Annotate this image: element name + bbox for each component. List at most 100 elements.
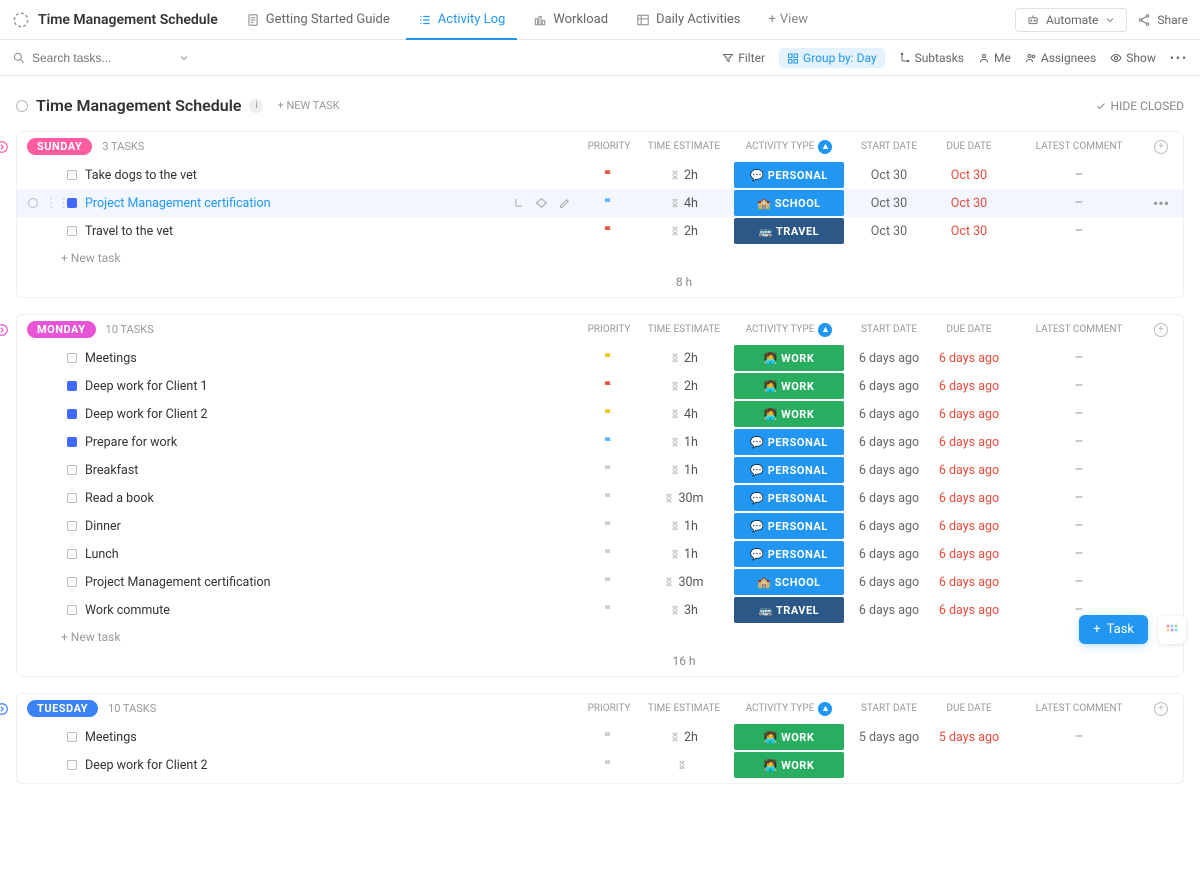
task-name[interactable]: Take dogs to the vet xyxy=(85,168,579,183)
priority-cell[interactable] xyxy=(579,519,639,533)
time-estimate-cell[interactable]: 2h xyxy=(639,168,729,183)
col-time-estimate[interactable]: TIME ESTIMATE xyxy=(639,703,729,714)
due-date-cell[interactable]: 6 days ago xyxy=(929,407,1009,422)
due-date-cell[interactable]: 6 days ago xyxy=(929,435,1009,450)
activity-type-cell[interactable]: 💬 PERSONAL xyxy=(729,457,849,483)
info-icon[interactable]: i xyxy=(249,99,263,113)
priority-cell[interactable] xyxy=(579,196,639,210)
task-status-dot[interactable] xyxy=(67,437,77,447)
tab-workload[interactable]: Workload xyxy=(521,0,620,40)
due-date-cell[interactable]: 6 days ago xyxy=(929,491,1009,506)
new-task-header-button[interactable]: + NEW TASK xyxy=(277,99,339,112)
priority-cell[interactable] xyxy=(579,603,639,617)
task-status-dot[interactable] xyxy=(67,493,77,503)
task-status-dot[interactable] xyxy=(67,549,77,559)
col-start-date[interactable]: START DATE xyxy=(849,703,929,714)
subtasks-button[interactable]: Subtasks xyxy=(899,51,964,65)
priority-cell[interactable] xyxy=(579,224,639,238)
task-status-dot[interactable] xyxy=(67,170,77,180)
time-estimate-cell[interactable]: 1h xyxy=(639,435,729,450)
group-collapse-toggle[interactable] xyxy=(0,139,10,155)
due-date-cell[interactable]: 6 days ago xyxy=(929,463,1009,478)
task-row[interactable]: Take dogs to the vet 2h 💬 PERSONAL Oct 3… xyxy=(17,161,1183,189)
assignees-button[interactable]: Assignees xyxy=(1025,51,1096,65)
col-due-date[interactable]: DUE DATE xyxy=(929,324,1009,335)
group-label[interactable]: TUESDAY xyxy=(27,700,98,717)
task-name[interactable]: Project Management certification xyxy=(85,196,512,211)
task-row[interactable]: ⋮⋮ Project Management certification 4h 🏫… xyxy=(17,189,1183,217)
start-date-cell[interactable]: Oct 30 xyxy=(849,224,929,239)
task-name[interactable]: Deep work for Client 1 xyxy=(85,379,579,394)
task-row[interactable]: Breakfast 1h 💬 PERSONAL 6 days ago 6 day… xyxy=(17,456,1183,484)
task-name[interactable]: Work commute xyxy=(85,603,579,618)
task-status-dot[interactable] xyxy=(67,353,77,363)
task-row[interactable]: Deep work for Client 2 👩‍💻 WORK xyxy=(17,751,1183,779)
latest-comment-cell[interactable]: – xyxy=(1009,574,1149,590)
new-task-fab[interactable]: + Task xyxy=(1079,615,1148,644)
col-latest-comment[interactable]: LATEST COMMENT xyxy=(1009,703,1149,714)
priority-cell[interactable] xyxy=(579,435,639,449)
activity-type-cell[interactable]: 💬 PERSONAL xyxy=(729,513,849,539)
task-name[interactable]: Travel to the vet xyxy=(85,224,579,239)
row-checkbox[interactable] xyxy=(27,197,45,209)
col-time-estimate[interactable]: TIME ESTIMATE xyxy=(639,141,729,152)
task-row[interactable]: Meetings 2h 👩‍💻 WORK 6 days ago 6 days a… xyxy=(17,344,1183,372)
latest-comment-cell[interactable]: – xyxy=(1009,434,1149,450)
activity-type-cell[interactable]: 💬 PERSONAL xyxy=(729,541,849,567)
activity-type-cell[interactable]: 🚌 TRAVEL xyxy=(729,597,849,623)
due-date-cell[interactable]: 6 days ago xyxy=(929,379,1009,394)
task-status-dot[interactable] xyxy=(67,521,77,531)
task-row[interactable]: Dinner 1h 💬 PERSONAL 6 days ago 6 days a… xyxy=(17,512,1183,540)
group-label[interactable]: MONDAY xyxy=(27,321,96,338)
search-input[interactable] xyxy=(32,51,172,65)
priority-cell[interactable] xyxy=(579,575,639,589)
activity-type-cell[interactable]: 💬 PERSONAL xyxy=(729,429,849,455)
task-name[interactable]: Lunch xyxy=(85,547,579,562)
tab-daily-activities[interactable]: Daily Activities xyxy=(624,0,752,40)
col-start-date[interactable]: START DATE xyxy=(849,324,929,335)
latest-comment-cell[interactable]: – xyxy=(1009,350,1149,366)
latest-comment-cell[interactable]: – xyxy=(1009,223,1149,239)
task-status-dot[interactable] xyxy=(67,409,77,419)
activity-type-cell[interactable]: 👩‍💻 WORK xyxy=(729,752,849,778)
activity-type-cell[interactable]: 👩‍💻 WORK xyxy=(729,373,849,399)
col-priority[interactable]: PRIORITY xyxy=(579,324,639,335)
task-row[interactable]: Work commute 3h 🚌 TRAVEL 6 days ago 6 da… xyxy=(17,596,1183,624)
time-estimate-cell[interactable]: 4h xyxy=(639,407,729,422)
tab-getting-started[interactable]: Getting Started Guide xyxy=(234,0,402,40)
latest-comment-cell[interactable]: – xyxy=(1009,729,1149,745)
task-status-dot[interactable] xyxy=(67,226,77,236)
priority-cell[interactable] xyxy=(579,730,639,744)
start-date-cell[interactable]: 6 days ago xyxy=(849,547,929,562)
col-due-date[interactable]: DUE DATE xyxy=(929,703,1009,714)
priority-cell[interactable] xyxy=(579,463,639,477)
task-row[interactable]: Deep work for Client 2 4h 👩‍💻 WORK 6 day… xyxy=(17,400,1183,428)
time-estimate-cell[interactable]: 4h xyxy=(639,196,729,211)
priority-cell[interactable] xyxy=(579,168,639,182)
time-estimate-cell[interactable]: 2h xyxy=(639,224,729,239)
priority-cell[interactable] xyxy=(579,407,639,421)
task-row[interactable]: Project Management certification 30m 🏫 S… xyxy=(17,568,1183,596)
tag-icon[interactable] xyxy=(535,197,548,210)
due-date-cell[interactable]: Oct 30 xyxy=(929,224,1009,239)
add-view-button[interactable]: + View xyxy=(757,12,821,27)
task-status-dot[interactable] xyxy=(67,760,77,770)
col-latest-comment[interactable]: LATEST COMMENT xyxy=(1009,141,1149,152)
task-status-dot[interactable] xyxy=(67,605,77,615)
activity-type-cell[interactable]: 👩‍💻 WORK xyxy=(729,345,849,371)
task-row[interactable]: Deep work for Client 1 2h 👩‍💻 WORK 6 day… xyxy=(17,372,1183,400)
activity-type-cell[interactable]: 🚌 TRAVEL xyxy=(729,218,849,244)
due-date-cell[interactable]: Oct 30 xyxy=(929,196,1009,211)
start-date-cell[interactable]: 6 days ago xyxy=(849,603,929,618)
activity-type-cell[interactable]: 👩‍💻 WORK xyxy=(729,401,849,427)
time-estimate-cell[interactable]: 1h xyxy=(639,463,729,478)
latest-comment-cell[interactable]: – xyxy=(1009,462,1149,478)
row-more-button[interactable]: ••• xyxy=(1149,194,1173,213)
due-date-cell[interactable]: 5 days ago xyxy=(929,730,1009,745)
drag-handle-icon[interactable]: ⋮⋮ xyxy=(45,195,59,211)
group-label[interactable]: SUNDAY xyxy=(27,138,92,155)
time-estimate-cell[interactable]: 3h xyxy=(639,603,729,618)
more-button[interactable]: ••• xyxy=(1170,51,1188,65)
col-priority[interactable]: PRIORITY xyxy=(579,141,639,152)
col-start-date[interactable]: START DATE xyxy=(849,141,929,152)
